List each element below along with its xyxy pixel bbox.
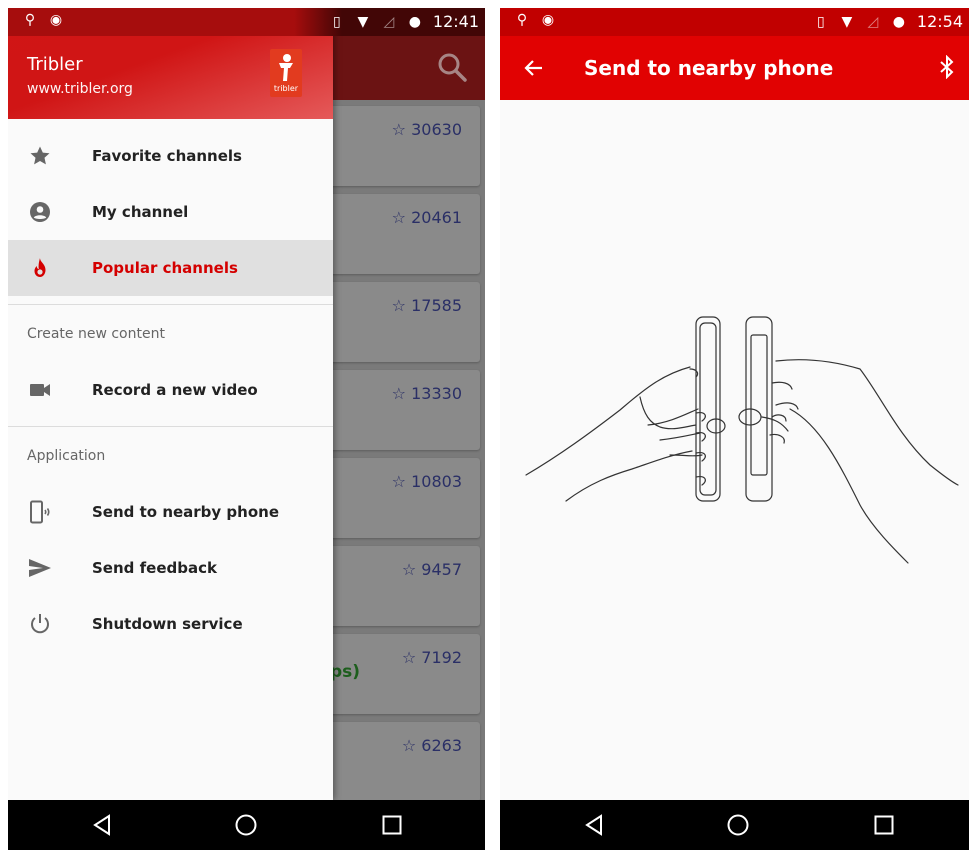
channel-vote-count: ☆ 6263: [401, 736, 462, 755]
power-icon: [31, 614, 49, 634]
send-icon: [29, 559, 51, 577]
system-navigation-bar: [8, 800, 485, 850]
no-signal-icon: ◿: [383, 13, 395, 30]
channel-vote-count: ☆ 13330: [391, 384, 462, 403]
menu-item-label: Favorite channels: [92, 147, 242, 165]
menu-item-favorite-channels[interactable]: Favorite channels: [8, 128, 333, 184]
account-icon: [30, 202, 50, 222]
status-time: 12:41: [432, 12, 479, 31]
home-nav-icon[interactable]: [726, 813, 750, 837]
status-bar: ⚲ ◉ ▯ ▼ ◿ ● 12:54: [500, 8, 969, 36]
battery-saver-icon: ●: [408, 13, 421, 30]
star-icon: [30, 146, 50, 165]
status-bar: ⚲ ◉ ▯ ▼ ◿ ● 12:41: [8, 8, 485, 36]
navigation-drawer: Tribler www.tribler.org tribler Favorite…: [8, 8, 333, 800]
section-application: Application: [27, 448, 106, 464]
send-nearby-content: [500, 100, 969, 800]
menu-item-send-feedback[interactable]: Send feedback: [8, 540, 333, 596]
menu-item-label: Shutdown service: [92, 615, 243, 633]
system-navigation-bar: [500, 800, 969, 850]
menu-item-my-channel[interactable]: My channel: [8, 184, 333, 240]
bluetooth-icon[interactable]: [935, 55, 959, 79]
drawer-title: Tribler: [27, 54, 83, 75]
menu-item-label: Send to nearby phone: [92, 503, 279, 521]
page-title: Send to nearby phone: [584, 56, 834, 80]
home-nav-icon[interactable]: [234, 813, 258, 837]
phone-beam-icon: [30, 500, 50, 524]
flame-icon: [34, 258, 46, 277]
menu-item-record-video[interactable]: Record a new video: [8, 362, 333, 418]
search-icon[interactable]: [437, 52, 467, 82]
app-notification-icon: ⚲: [24, 12, 36, 28]
menu-item-label: Record a new video: [92, 381, 258, 399]
tribler-figure-icon: [279, 54, 293, 81]
menu-divider: [8, 304, 333, 305]
phones-touching-illustration: [525, 316, 959, 564]
menu-item-popular-channels[interactable]: Popular channels: [8, 240, 333, 296]
menu-item-label: My channel: [92, 203, 189, 221]
recents-nav-icon[interactable]: [380, 813, 404, 837]
recents-nav-icon[interactable]: [872, 813, 896, 837]
channel-vote-count: ☆ 7192: [401, 648, 462, 667]
vibrate-icon: ▯: [333, 13, 341, 30]
videocam-icon: [30, 384, 50, 396]
wifi-icon: ▼: [357, 13, 369, 30]
no-signal-icon: ◿: [867, 13, 879, 30]
channel-vote-count: ☆ 10803: [391, 472, 462, 491]
menu-item-shutdown-service[interactable]: Shutdown service: [8, 596, 333, 652]
channel-vote-count: ☆ 20461: [391, 208, 462, 227]
channel-vote-count: ☆ 17585: [391, 296, 462, 315]
menu-item-label: Send feedback: [92, 559, 217, 577]
back-arrow-icon[interactable]: [522, 56, 546, 80]
logo-wordmark: tribler: [273, 84, 299, 93]
section-create-new-content: Create new content: [27, 326, 165, 342]
wifi-icon: ▼: [841, 13, 853, 30]
status-time: 12:54: [916, 12, 963, 31]
right-phone-screen: Send to nearby phone ⚲ ◉ ▯ ▼ ◿ ● 12:54: [500, 8, 969, 850]
battery-saver-icon: ●: [892, 13, 905, 30]
tribler-logo: tribler: [270, 49, 302, 97]
vibrate-icon: ▯: [817, 13, 825, 30]
menu-item-label: Popular channels: [92, 259, 238, 277]
cyanogen-icon: ◉: [541, 12, 555, 28]
menu-item-send-nearby[interactable]: Send to nearby phone: [8, 484, 333, 540]
app-notification-icon: ⚲: [516, 12, 528, 28]
drawer-subtitle: www.tribler.org: [27, 81, 133, 97]
back-nav-icon[interactable]: [582, 813, 606, 837]
cyanogen-icon: ◉: [49, 12, 63, 28]
channel-vote-count: ☆ 9457: [401, 560, 462, 579]
channel-title-peek: ps): [330, 662, 361, 682]
menu-divider: [8, 426, 333, 427]
channel-vote-count: ☆ 30630: [391, 120, 462, 139]
back-nav-icon[interactable]: [90, 813, 114, 837]
left-phone-screen: ☆ 30630 ☆ 20461 ☆ 17585 ☆ 13330 ☆ 10803 …: [8, 8, 485, 850]
